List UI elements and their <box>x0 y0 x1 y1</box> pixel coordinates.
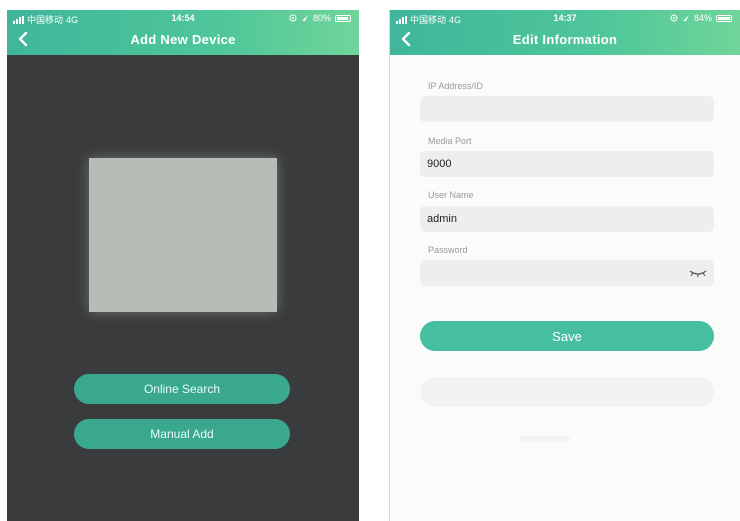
alarm-icon <box>682 15 689 21</box>
status-bar: 中国移动 4G 14:37 84% <box>390 10 740 26</box>
add-device-screen: 中国移动 4G 14:54 80% Add New Device Online … <box>7 10 359 521</box>
secondary-button[interactable] <box>420 377 714 407</box>
edit-information-screen: 中国移动 4G 14:37 84% Edit Information IP Ad… <box>389 10 740 521</box>
save-button[interactable]: Save <box>420 321 714 351</box>
media-port-input[interactable] <box>420 151 714 177</box>
location-icon <box>289 14 297 22</box>
status-bar: 中国移动 4G 14:54 80% <box>7 10 359 26</box>
online-search-button[interactable]: Online Search <box>74 374 290 404</box>
user-name-label: User Name <box>428 190 474 200</box>
battery-percent: 84% <box>693 13 712 23</box>
battery-fill <box>718 16 730 20</box>
battery-icon <box>716 14 732 22</box>
battery-percent: 80% <box>312 13 331 23</box>
battery-fill <box>337 16 349 20</box>
password-label: Password <box>428 245 468 255</box>
battery-icon <box>335 14 351 22</box>
header-bar: 中国移动 4G 14:54 80% Add New Device <box>7 10 359 55</box>
faint-link <box>520 436 570 442</box>
header-bar: 中国移动 4G 14:37 84% Edit Information <box>390 10 740 55</box>
password-input[interactable] <box>420 260 714 286</box>
alarm-icon <box>301 15 308 21</box>
eye-closed-icon[interactable] <box>688 268 708 278</box>
password-field-wrap <box>420 260 714 286</box>
ip-address-label: IP Address/ID <box>428 81 483 91</box>
location-icon <box>670 14 678 22</box>
media-port-label: Media Port <box>428 136 472 146</box>
qr-scan-frame <box>89 158 277 312</box>
user-name-input[interactable] <box>420 206 714 232</box>
page-title: Edit Information <box>512 32 618 47</box>
manual-add-button[interactable]: Manual Add <box>74 419 290 449</box>
ip-address-input[interactable] <box>420 96 714 122</box>
page-title: Add New Device <box>130 32 236 47</box>
